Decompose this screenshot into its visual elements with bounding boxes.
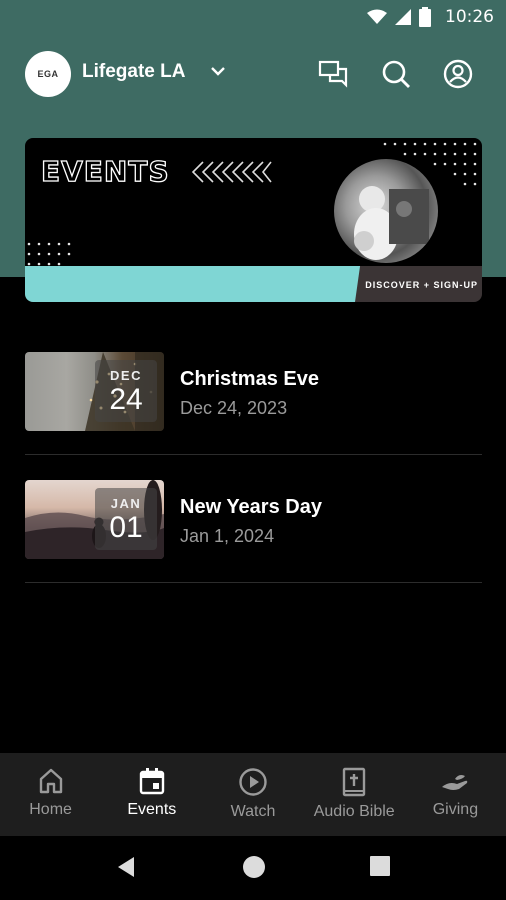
nav-watch[interactable]: Watch <box>202 753 303 836</box>
event-date: Dec 24, 2023 <box>180 398 288 418</box>
event-day: 01 <box>109 510 143 544</box>
date-badge: DEC 24 <box>95 360 157 422</box>
banner-cta[interactable]: DISCOVER + SIGN-UP <box>365 280 478 290</box>
chevron-down-icon[interactable] <box>209 64 227 78</box>
banner-title: EVENTS <box>40 154 170 188</box>
giving-icon <box>442 775 468 790</box>
nav-audio-bible[interactable]: Audio Bible <box>304 753 405 836</box>
divider <box>25 454 482 455</box>
bottom-nav: Home Events Watch Audio Bible Giving <box>0 753 506 836</box>
event-row[interactable]: DEC 24 Christmas Eve Dec 24, 2023 <box>25 352 482 456</box>
banner-photo <box>334 159 438 263</box>
org-logo[interactable]: EGA <box>25 51 71 97</box>
nav-label: Home <box>29 801 72 818</box>
app-bar: EGA Lifegate LA <box>0 50 506 100</box>
nav-home[interactable]: Home <box>0 753 101 836</box>
event-title: New Years Day <box>180 496 322 518</box>
battery-icon <box>419 7 431 27</box>
logo-text: EGA <box>37 69 59 79</box>
recents-icon[interactable] <box>370 856 390 876</box>
signal-icon <box>395 9 411 25</box>
event-month: JAN <box>110 495 142 511</box>
event-thumbnail: DEC 24 <box>25 352 164 431</box>
bible-icon <box>343 767 366 797</box>
nav-giving[interactable]: Giving <box>405 753 506 836</box>
profile-button[interactable] <box>442 58 474 90</box>
calendar-icon <box>139 768 164 795</box>
account-icon <box>443 59 473 89</box>
event-thumbnail: JAN 01 <box>25 480 164 559</box>
messages-button[interactable] <box>318 58 350 90</box>
search-icon <box>382 60 410 88</box>
play-icon <box>239 768 267 796</box>
chat-icon <box>318 60 348 88</box>
event-month: DEC <box>110 367 142 383</box>
events-banner[interactable]: EVENTS DISCOVER + SIGN-UP <box>25 138 482 302</box>
org-name[interactable]: Lifegate LA <box>82 61 185 83</box>
back-icon[interactable] <box>116 856 136 878</box>
status-time: 10:26 <box>445 7 494 27</box>
nav-label: Watch <box>230 803 276 820</box>
search-button[interactable] <box>380 58 412 90</box>
event-title: Christmas Eve <box>180 368 319 390</box>
event-date: Jan 1, 2024 <box>180 526 275 546</box>
nav-label: Audio Bible <box>313 803 395 820</box>
chevrons-left-icon <box>191 161 272 183</box>
nav-label: Giving <box>432 801 479 818</box>
date-badge: JAN 01 <box>95 488 157 550</box>
divider <box>25 582 482 583</box>
nav-events[interactable]: Events <box>101 753 202 836</box>
home-icon <box>39 768 62 794</box>
event-row[interactable]: JAN 01 New Years Day Jan 1, 2024 <box>25 480 482 584</box>
wifi-icon <box>367 9 387 24</box>
status-bar: 10:26 <box>0 0 506 36</box>
accent-stripe <box>25 266 365 302</box>
system-nav-bar <box>0 836 506 900</box>
nav-label: Events <box>127 801 177 818</box>
home-circle-icon[interactable] <box>242 855 266 879</box>
event-day: 24 <box>109 382 143 416</box>
